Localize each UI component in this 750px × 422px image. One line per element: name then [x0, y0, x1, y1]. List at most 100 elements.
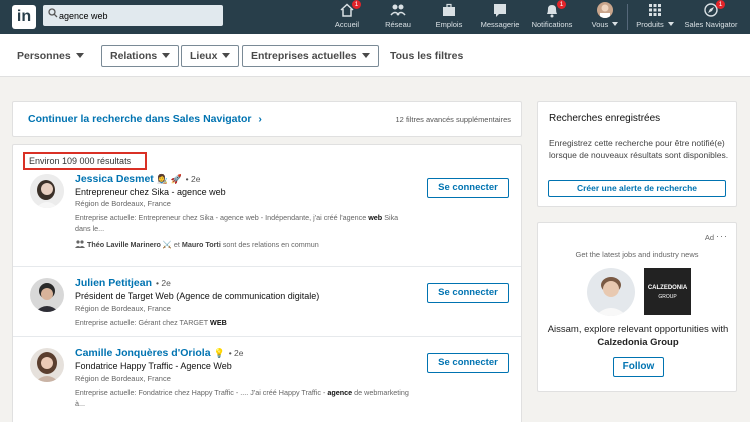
- top-navigation: in 1 Accueil Réseau Emplois Messagerie 1: [0, 0, 750, 34]
- search-input[interactable]: [59, 6, 217, 25]
- chevron-down-icon: [667, 22, 674, 26]
- saved-searches-card: Recherches enregistrées Enregistrez cett…: [537, 101, 737, 207]
- chevron-down-icon: [361, 53, 370, 58]
- avatar: [587, 268, 635, 316]
- ad-company-name: Calzedonia Group: [597, 337, 679, 348]
- chevron-down-icon: [222, 53, 231, 58]
- filter-label: Personnes: [17, 50, 71, 62]
- avatar[interactable]: [30, 278, 64, 312]
- nav-item-emplois[interactable]: Emplois: [434, 2, 464, 32]
- shared-separator: ⚔️ et: [160, 240, 182, 249]
- sales-navigator-link-text: Continuer la recherche dans Sales Naviga…: [28, 113, 252, 125]
- briefcase-icon: [441, 2, 457, 18]
- notification-badge: 1: [352, 0, 361, 9]
- nav-label: Produits: [636, 20, 664, 29]
- result-count-highlight: Environ 109 000 résultats: [23, 152, 147, 170]
- more-options-icon[interactable]: ···: [716, 231, 728, 241]
- ad-message: Aissam, explore relevant opportunities w…: [546, 323, 730, 349]
- connection-degree: • 2e: [156, 278, 171, 288]
- nav-item-reseau[interactable]: Réseau: [384, 2, 412, 32]
- connection-degree: • 2e: [185, 174, 201, 184]
- nav-item-produits[interactable]: Produits: [634, 2, 676, 32]
- nav-label: Réseau: [385, 20, 411, 29]
- avatar[interactable]: [30, 174, 64, 208]
- filter-label: Relations: [110, 50, 158, 62]
- grid-icon: [647, 2, 663, 18]
- person-name[interactable]: Julien Petitjean • 2e: [75, 277, 171, 289]
- notification-badge: 1: [557, 0, 566, 9]
- divider: [13, 336, 521, 337]
- avatar: [597, 2, 613, 18]
- person-location: Région de Bordeaux, France: [75, 304, 171, 313]
- sales-navigator-card: Continuer la recherche dans Sales Naviga…: [12, 101, 522, 137]
- chevron-down-icon: [75, 53, 84, 58]
- connect-button[interactable]: Se connecter: [427, 353, 509, 373]
- shared-connection-name[interactable]: Mauro Torti: [182, 240, 221, 249]
- saved-searches-description: Enregistrez cette recherche pour être no…: [549, 138, 729, 160]
- brand-subname: GROUP: [658, 294, 677, 300]
- person-name-text: Julien Petitjean: [75, 277, 153, 289]
- ad-tagline: Get the latest jobs and industry news: [575, 250, 699, 259]
- nav-item-messagerie[interactable]: Messagerie: [480, 2, 520, 32]
- avatar[interactable]: [30, 348, 64, 382]
- nav-item-notifications[interactable]: 1 Notifications: [528, 0, 576, 32]
- highlighted-keyword: web: [368, 213, 383, 222]
- ad-label: Ad: [704, 233, 714, 242]
- chevron-down-icon: [162, 53, 171, 58]
- person-headline: Président de Target Web (Agence de commu…: [75, 291, 320, 301]
- nav-item-sales-navigator[interactable]: 1 Sales Navigator: [682, 0, 740, 32]
- filter-bar: Personnes Relations Lieux Entreprises ac…: [0, 34, 750, 77]
- home-icon: 1: [339, 0, 361, 18]
- compass-icon: 1: [703, 0, 725, 18]
- current-position-text: Entreprise actuelle: Entrepreneur chez S…: [75, 213, 369, 222]
- nav-item-accueil[interactable]: 1 Accueil: [333, 0, 361, 32]
- connection-degree: • 2e: [228, 348, 244, 358]
- saved-searches-title: Recherches enregistrées: [549, 113, 661, 124]
- ad-message-text: Aissam, explore relevant opportunities w…: [547, 324, 729, 335]
- linkedin-logo[interactable]: in: [12, 5, 36, 29]
- result-count: Environ 109 000 résultats: [29, 156, 132, 166]
- notification-badge: 1: [716, 0, 725, 9]
- follow-button[interactable]: Follow: [613, 357, 664, 377]
- sales-navigator-link[interactable]: Continuer la recherche dans Sales Naviga…: [28, 113, 262, 125]
- name-emoji: 💡: [213, 348, 225, 358]
- filter-lieux[interactable]: Lieux: [181, 45, 240, 67]
- person-name-text: Camille Jonquères d'Oriola: [75, 347, 211, 359]
- nav-label: Accueil: [334, 20, 360, 29]
- current-position: Entreprise actuelle: Fondatrice chez Hap…: [75, 387, 415, 409]
- search-icon: [48, 8, 58, 18]
- person-headline: Fondatrice Happy Traffic - Agence Web: [75, 361, 232, 371]
- filter-all[interactable]: Tous les filtres: [390, 45, 463, 67]
- name-emoji: 👩‍🎨 🚀: [156, 174, 182, 184]
- people-icon: [75, 240, 85, 248]
- messaging-icon: [492, 2, 508, 18]
- search-bar[interactable]: [43, 5, 223, 26]
- person-name[interactable]: Jessica Desmet 👩‍🎨 🚀 • 2e: [75, 173, 200, 185]
- current-position-text: Entreprise actuelle: Fondatrice chez Hap…: [75, 388, 328, 397]
- shared-connections-text: sont des relations en commun: [220, 240, 319, 249]
- network-icon: [390, 2, 406, 18]
- company-logo[interactable]: CALZEDONIA GROUP: [644, 268, 691, 315]
- advanced-filters-note: 12 filtres avancés supplémentaires: [395, 115, 511, 124]
- filter-relations[interactable]: Relations: [101, 45, 180, 67]
- nav-label: Notifications: [531, 20, 573, 29]
- shared-connections: Théo Laville Marinero ⚔️ et Mauro Torti …: [75, 240, 319, 249]
- create-alert-button[interactable]: Créer une alerte de recherche: [548, 180, 726, 197]
- current-position: Entreprise actuelle: Gérant chez TARGET …: [75, 317, 415, 328]
- shared-connection-name[interactable]: Théo Laville Marinero: [87, 240, 161, 249]
- brand-name: CALZEDONIA: [647, 285, 688, 291]
- person-location: Région de Bordeaux, France: [75, 374, 171, 383]
- chevron-down-icon: [612, 22, 619, 26]
- filter-entreprises[interactable]: Entreprises actuelles: [242, 45, 379, 67]
- nav-label: Messagerie: [480, 20, 520, 29]
- highlighted-keyword: agence: [327, 388, 353, 397]
- bell-icon: 1: [544, 0, 566, 18]
- person-name[interactable]: Camille Jonquères d'Oriola 💡 • 2e: [75, 347, 243, 359]
- person-headline: Entrepreneur chez Sika - agence web: [75, 187, 226, 197]
- nav-item-vous[interactable]: Vous: [588, 2, 622, 32]
- connect-button[interactable]: Se connecter: [427, 178, 509, 198]
- connect-button[interactable]: Se connecter: [427, 283, 509, 303]
- nav-label: Emplois: [435, 20, 463, 29]
- filter-personnes[interactable]: Personnes: [17, 45, 84, 67]
- ad-card: Ad ··· Get the latest jobs and industry …: [537, 222, 737, 392]
